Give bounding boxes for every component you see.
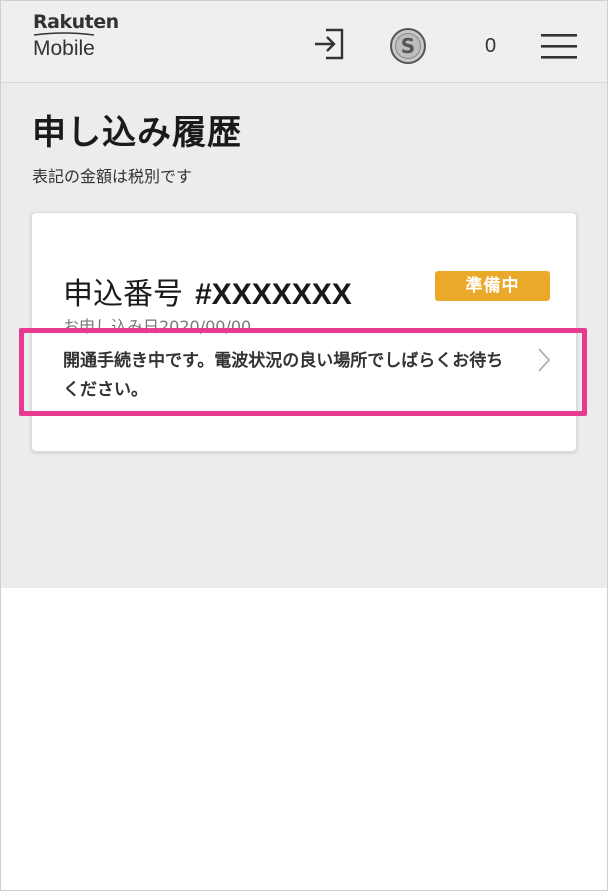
order-number-value: #XXXXXXX [195,278,352,311]
order-number-row: 申込番号 #XXXXXXX [63,269,352,313]
status-badge: 準備中 [435,271,550,301]
tax-note: 表記の金額は税別です [32,167,193,186]
order-history-card[interactable]: 申込番号 #XXXXXXX 準備中 お申し込み日2020/00/00 開通手続き中… [31,212,577,452]
page-title: 申し込み履歴 [32,113,242,153]
status-message: 開通手続き中です。電波状況の良い場所でしばらくお待ちください。 [63,351,504,400]
rakuten-mobile-logo[interactable]: Rakuten Mobile [33,11,119,60]
header: Rakuten Mobile S 0 [1,1,607,83]
svg-text:S: S [401,34,415,58]
order-number-label: 申込番号 [63,277,183,312]
points-count: 0 [485,35,497,57]
hamburger-menu-icon[interactable] [541,31,577,61]
app-frame: Rakuten Mobile S 0 申し込み履歴 表記の金額は税別です 申込番… [0,0,608,891]
login-icon[interactable] [312,27,346,61]
logo-rakuten-text: Rakuten [33,11,119,33]
super-points-icon[interactable]: S [389,27,427,65]
logo-mobile-text: Mobile [33,37,95,60]
application-date: お申し込み日2020/00/00 [63,317,252,336]
chevron-right-icon[interactable] [537,347,551,373]
